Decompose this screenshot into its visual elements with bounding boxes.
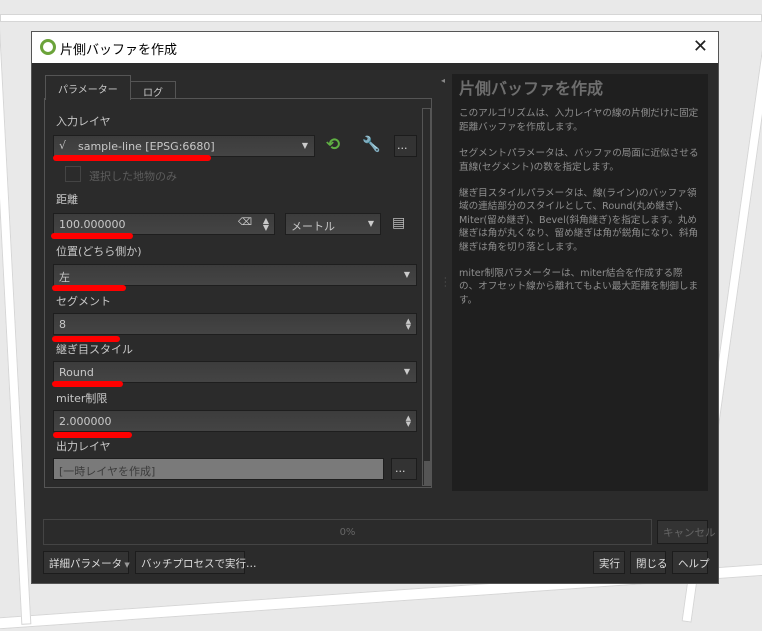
side-combo[interactable]: 左 ▼	[53, 264, 417, 286]
annotation-underline	[52, 285, 126, 291]
join-style-label: 継ぎ目スタイル	[56, 343, 133, 356]
chevron-down-icon: ▼	[403, 367, 410, 376]
distance-input[interactable]: 100.000000 ⌫ ▲ ▼	[53, 213, 275, 235]
spin-arrows-icon[interactable]: ▲ ▼	[406, 415, 411, 428]
batch-process-button[interactable]: バッチプロセスで実行…	[135, 551, 257, 574]
refresh-icon[interactable]: ⟲	[326, 135, 340, 155]
input-layer-more-button[interactable]: …	[394, 135, 417, 157]
annotation-underline	[53, 432, 132, 438]
dialog: 片側バッファを作成 ✕ パラメーター ログ ◂ 入力レイヤ √ sample-l…	[31, 31, 719, 584]
distance-label: 距離	[56, 193, 78, 206]
splitter-handle[interactable]: · · ·	[444, 275, 447, 291]
selected-only-label: 選択した地物のみ	[89, 170, 177, 183]
miter-limit-spinbox[interactable]: 2.000000 ▲ ▼	[53, 410, 417, 432]
run-button[interactable]: 実行	[593, 551, 625, 574]
line-layer-icon: √	[59, 139, 67, 152]
input-layer-value: sample-line [EPSG:6680]	[78, 140, 215, 153]
help-paragraph: セグメントパラメータは、バッファの局面に近似させる直線(セグメント)の数を指定し…	[459, 148, 699, 173]
distance-unit-combo[interactable]: メートル ▼	[285, 213, 381, 235]
help-paragraph: miter制限パラメーターは、miter結合を作成する際の、オフセット線から離れ…	[459, 268, 699, 306]
close-button[interactable]: ✕	[693, 36, 708, 57]
help-panel: 片側バッファを作成 このアルゴリズムは、入力レイヤの線の片側だけに固定距離バッフ…	[452, 74, 708, 491]
clear-icon[interactable]: ⌫	[238, 217, 252, 228]
close-dialog-button[interactable]: 閉じる	[630, 551, 668, 574]
tab-log[interactable]: ログ	[130, 81, 176, 99]
side-value: 左	[59, 271, 70, 284]
selected-only-checkbox[interactable]	[65, 166, 81, 182]
map-road	[0, 0, 32, 625]
spin-arrows-icon[interactable]: ▲ ▼	[263, 217, 269, 232]
chevron-down-icon: ▼	[403, 270, 410, 279]
annotation-underline	[52, 336, 120, 342]
annotation-underline	[51, 233, 133, 239]
segments-label: セグメント	[56, 295, 111, 308]
input-layer-label: 入力レイヤ	[56, 115, 111, 128]
input-layer-combo[interactable]: √ sample-line [EPSG:6680] ▼	[53, 135, 315, 157]
scrollbar[interactable]	[422, 108, 431, 486]
help-paragraph: 継ぎ目スタイルパラメータは、線(ライン)のバッファ領域の連結部分のスタイルとして…	[459, 188, 699, 253]
tab-parameters[interactable]: パラメーター	[45, 75, 131, 100]
help-title: 片側バッファを作成	[459, 79, 604, 98]
chevron-down-icon: ▼	[301, 141, 308, 150]
miter-limit-value: 2.000000	[59, 415, 112, 428]
miter-limit-label: miter制限	[56, 392, 108, 405]
title-bar: 片側バッファを作成 ✕	[32, 32, 718, 63]
segments-value: 8	[59, 318, 66, 331]
segments-spinbox[interactable]: 8 ▲ ▼	[53, 313, 417, 335]
join-style-value: Round	[59, 366, 94, 379]
output-layer-input[interactable]: [一時レイヤを作成]	[53, 458, 384, 480]
distance-value: 100.000000	[59, 218, 126, 231]
advanced-parameters-button[interactable]: 詳細パラメータ ▼	[43, 551, 130, 574]
join-style-combo[interactable]: Round ▼	[53, 361, 417, 383]
advanced-label: 詳細パラメータ	[49, 558, 123, 570]
chevron-down-icon: ▼	[367, 219, 374, 228]
cancel-button[interactable]: キャンセル	[657, 520, 716, 544]
spin-arrows-icon[interactable]: ▲ ▼	[406, 318, 411, 331]
help-paragraph: このアルゴリズムは、入力レイヤの線の片側だけに固定距離バッファを作成します。	[459, 108, 699, 133]
qgis-logo-icon	[40, 39, 56, 55]
side-label: 位置(どちら側か)	[56, 245, 142, 258]
wrench-icon[interactable]: 🔧	[362, 135, 381, 153]
output-layer-label: 出力レイヤ	[56, 440, 111, 453]
collapse-handle-icon[interactable]: ◂	[441, 76, 445, 85]
window-title: 片側バッファを作成	[60, 43, 178, 58]
output-more-button[interactable]: …	[391, 458, 417, 480]
annotation-underline	[52, 381, 123, 387]
progress-bar: 0%	[43, 519, 652, 545]
progress-text: 0%	[339, 527, 356, 538]
map-road	[0, 14, 762, 22]
distance-unit-value: メートル	[291, 220, 335, 233]
data-defined-override-icon[interactable]: ▤	[392, 215, 405, 231]
help-button[interactable]: ヘルプ	[672, 551, 710, 574]
annotation-underline	[53, 155, 211, 161]
